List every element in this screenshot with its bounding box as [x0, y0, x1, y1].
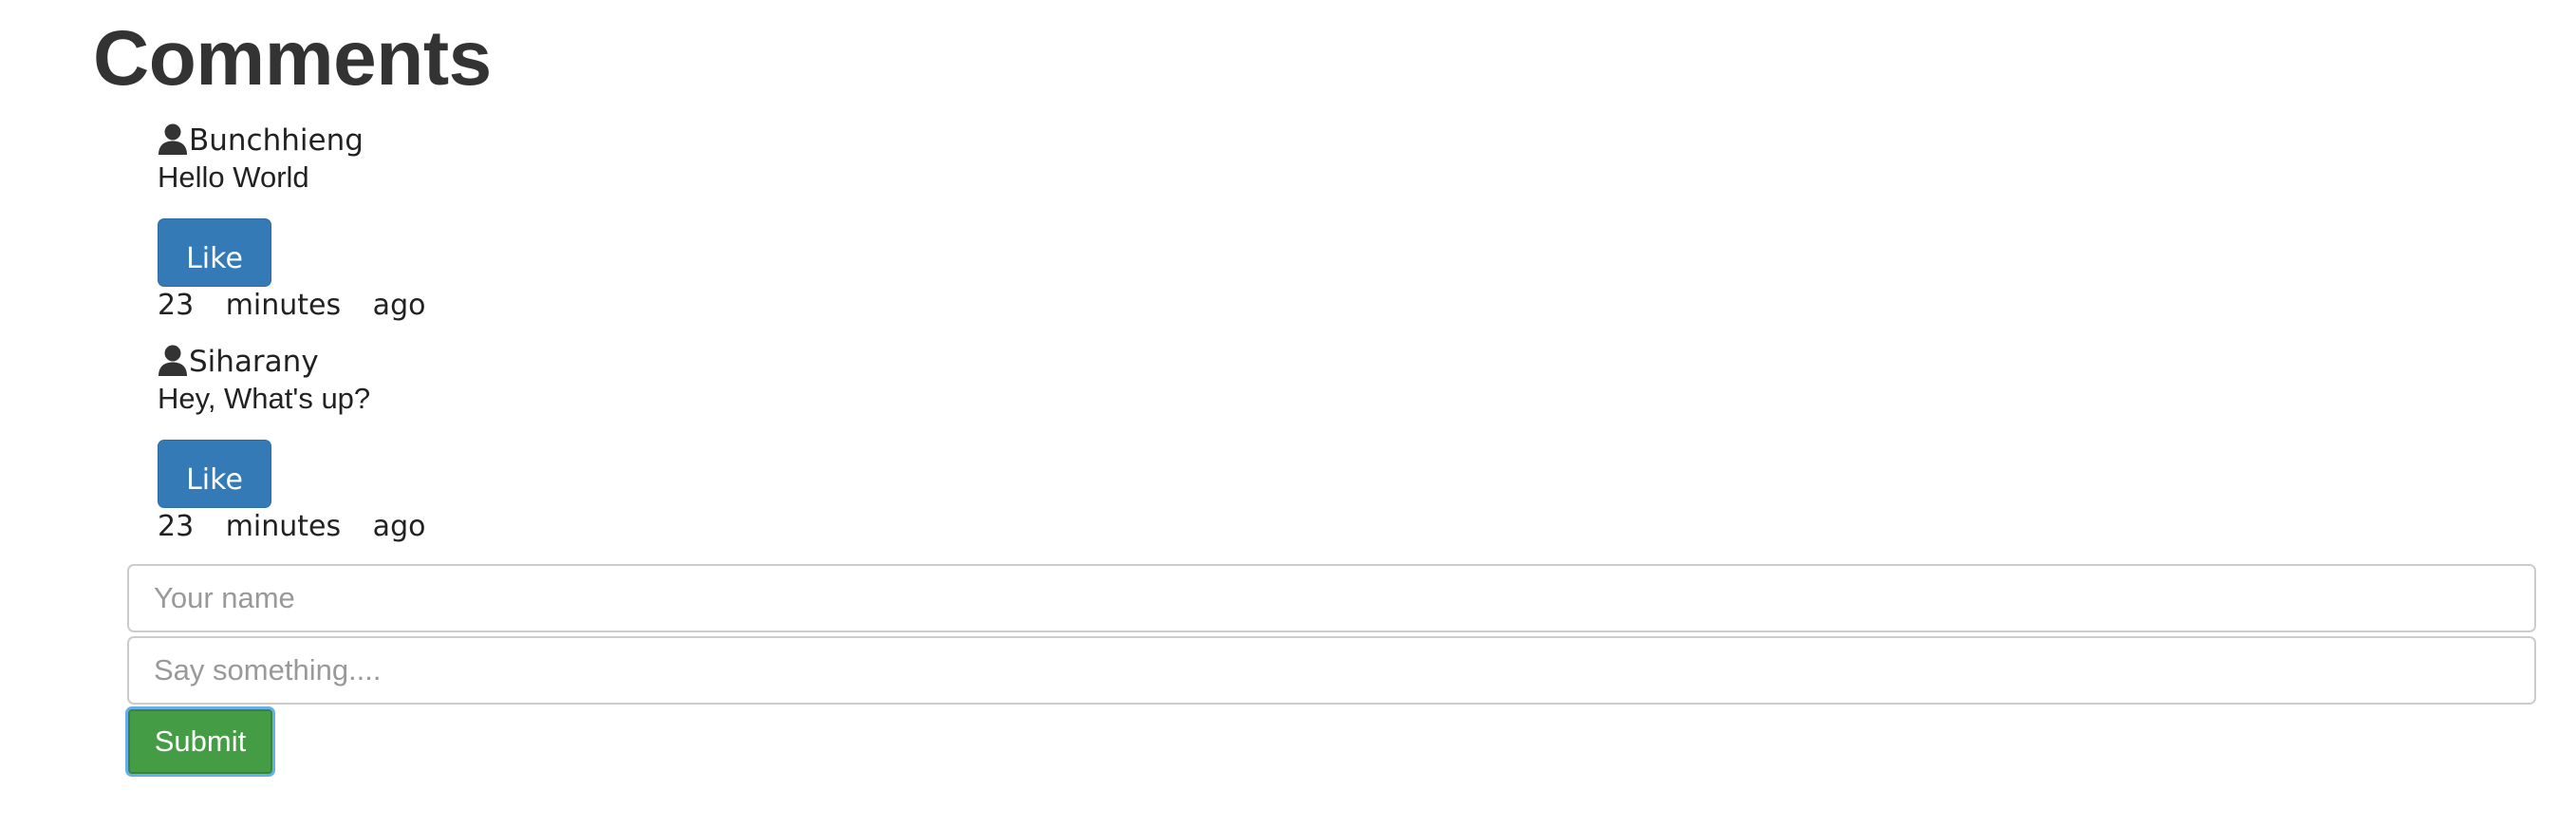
comment-author: Siharany — [158, 341, 319, 379]
comment-input[interactable] — [127, 636, 2536, 705]
comment-author: Bunchhieng — [158, 120, 364, 158]
page-title: Comments — [93, 15, 492, 102]
comment-author-name: Siharany — [189, 345, 319, 379]
like-button[interactable]: Like — [158, 440, 271, 508]
name-input[interactable] — [127, 564, 2536, 632]
comment-text: Hey, What's up? — [158, 382, 371, 415]
comment-timestamp: 23 minutes ago — [158, 289, 426, 322]
comment-text: Hello World — [158, 160, 309, 194]
user-icon — [159, 123, 187, 155]
comment-author-name: Bunchhieng — [189, 123, 364, 158]
user-icon — [159, 345, 187, 376]
submit-button[interactable]: Submit — [125, 706, 275, 777]
comment-timestamp: 23 minutes ago — [158, 510, 426, 543]
like-button[interactable]: Like — [158, 218, 271, 287]
